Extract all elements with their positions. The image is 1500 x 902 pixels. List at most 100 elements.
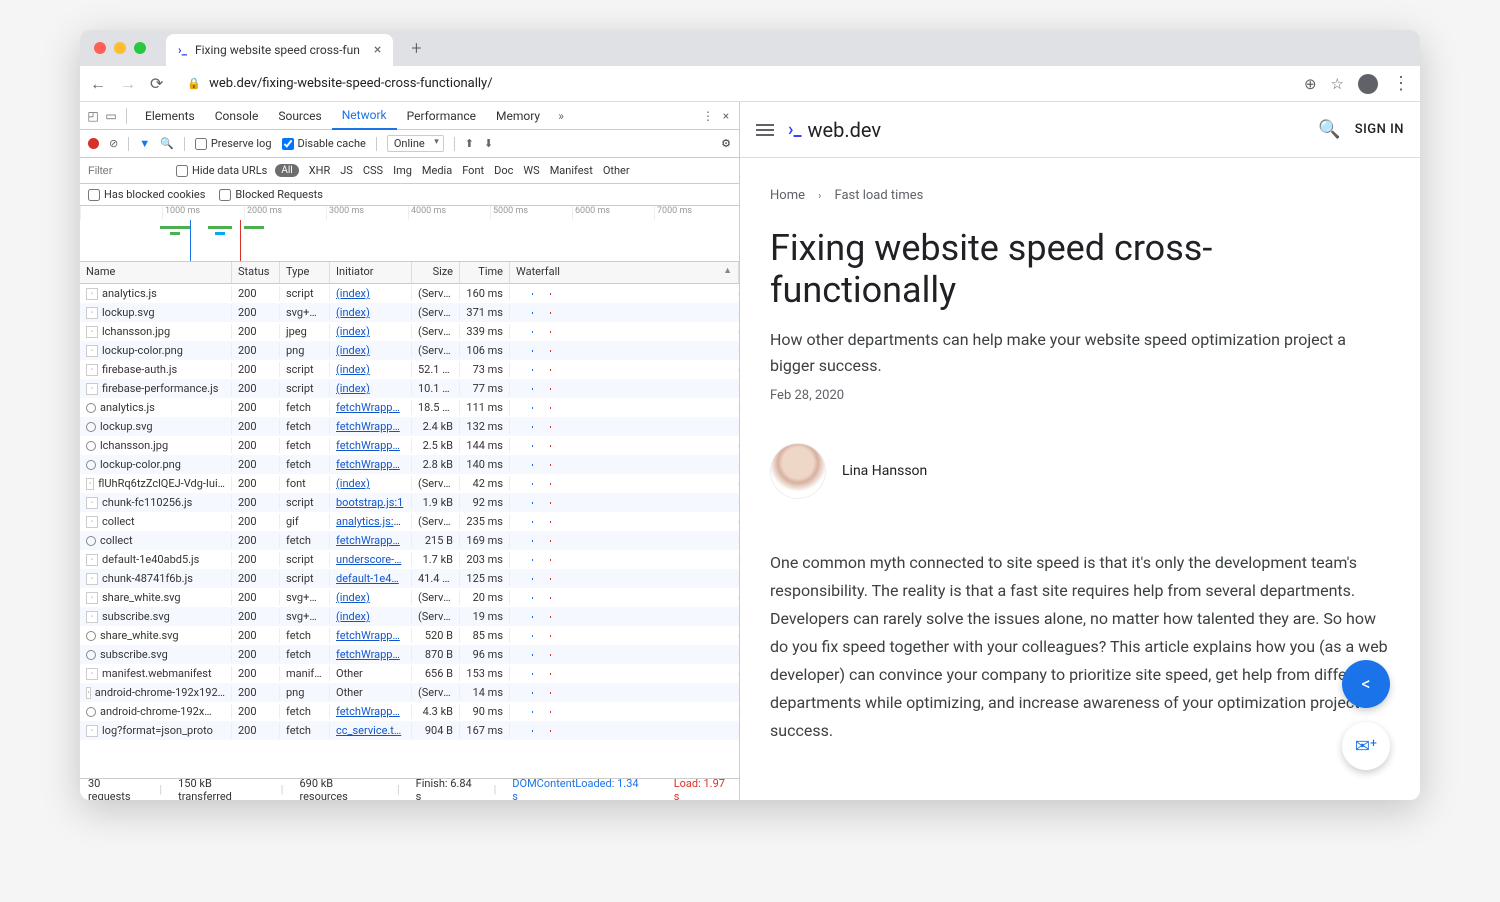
filter-type-ws[interactable]: WS — [523, 164, 539, 177]
filter-type-all[interactable]: All — [275, 164, 298, 177]
record-button[interactable] — [88, 138, 99, 149]
network-row[interactable]: ·firebase-auth.js200script(index)52.1 kB… — [80, 360, 739, 379]
filter-type-img[interactable]: Img — [393, 164, 412, 177]
col-name[interactable]: Name — [80, 262, 232, 283]
filter-type-doc[interactable]: Doc — [494, 164, 513, 177]
network-row[interactable]: ·subscribe.svg200svg+…(index)(Servi…19 m… — [80, 607, 739, 626]
network-row[interactable]: ·firebase-performance.js200script(index)… — [80, 379, 739, 398]
network-row[interactable]: lchansson.jpg200fetchfetchWrapp…2.5 kB14… — [80, 436, 739, 455]
col-initiator[interactable]: Initiator — [330, 262, 412, 283]
timeline-overview[interactable]: 1000 ms2000 ms3000 ms4000 ms5000 ms6000 … — [80, 206, 739, 262]
devtools-close-icon[interactable]: × — [719, 109, 733, 123]
clear-button[interactable]: ⊘ — [109, 137, 118, 150]
share-fab[interactable]: < — [1342, 660, 1390, 708]
devtools-tab-performance[interactable]: Performance — [397, 102, 486, 130]
network-row[interactable]: ·share_white.svg200svg+…(index)(Servi…20… — [80, 588, 739, 607]
subscribe-fab[interactable]: ✉⁺ — [1342, 722, 1390, 770]
network-row[interactable]: ·lockup.svg200svg+…(index)(Servi…371 ms — [80, 303, 739, 322]
address-bar[interactable]: 🔒 web.dev/fixing-website-speed-cross-fun… — [177, 76, 1290, 91]
network-row[interactable]: analytics.js200fetchfetchWrapp…18.5 kB11… — [80, 398, 739, 417]
new-tab-button[interactable]: + — [411, 38, 421, 59]
article: Home › Fast load times Fixing website sp… — [740, 158, 1420, 775]
search-icon[interactable]: 🔍 — [160, 137, 174, 150]
upload-har-icon[interactable]: ⬆ — [465, 137, 474, 150]
minimize-window-icon[interactable] — [114, 42, 126, 54]
network-row[interactable]: lockup-color.png200fetchfetchWrapp…2.8 k… — [80, 455, 739, 474]
filter-type-other[interactable]: Other — [603, 164, 630, 177]
maximize-window-icon[interactable] — [134, 42, 146, 54]
file-icon: · — [86, 364, 98, 376]
col-status[interactable]: Status — [232, 262, 280, 283]
filter-type-js[interactable]: JS — [340, 164, 353, 177]
filter-type-css[interactable]: CSS — [363, 164, 383, 177]
throttle-select[interactable]: Online — [387, 135, 444, 152]
device-icon[interactable]: ▭ — [104, 109, 118, 123]
filter-input[interactable] — [88, 165, 168, 177]
file-icon — [86, 460, 96, 470]
network-row[interactable]: share_white.svg200fetchfetchWrapp…520 B8… — [80, 626, 739, 645]
devtools-tab-memory[interactable]: Memory — [486, 102, 550, 130]
network-row[interactable]: lockup.svg200fetchfetchWrapp…2.4 kB132 m… — [80, 417, 739, 436]
menu-icon[interactable] — [1392, 73, 1410, 94]
bookmark-icon[interactable]: ☆ — [1331, 75, 1344, 93]
browser-toolbar: ← → ⟳ 🔒 web.dev/fixing-website-speed-cro… — [80, 66, 1420, 102]
install-icon[interactable]: ⊕ — [1304, 75, 1317, 93]
brand[interactable]: ›_ web.dev — [788, 118, 881, 142]
col-waterfall[interactable]: Waterfall ▲ — [510, 262, 739, 283]
close-window-icon[interactable] — [94, 42, 106, 54]
filter-type-media[interactable]: Media — [422, 164, 452, 177]
network-row[interactable]: ·default-1e40abd5.js200scriptunderscore-… — [80, 550, 739, 569]
filter-type-font[interactable]: Font — [462, 164, 484, 177]
file-icon: · — [86, 554, 98, 566]
blocked-requests-checkbox[interactable]: Blocked Requests — [219, 188, 323, 201]
more-tabs-icon[interactable]: » — [554, 109, 568, 123]
col-size[interactable]: Size — [412, 262, 460, 283]
network-row[interactable]: subscribe.svg200fetchfetchWrapp…870 B96 … — [80, 645, 739, 664]
network-row[interactable]: ·android-chrome-192x192…200pngOther(Serv… — [80, 683, 739, 702]
network-row[interactable]: ·collect200gifanalytics.js:36(Servi…235 … — [80, 512, 739, 531]
hide-data-urls-checkbox[interactable]: Hide data URLs — [176, 164, 267, 177]
hamburger-icon[interactable] — [756, 124, 774, 136]
breadcrumb-home[interactable]: Home — [770, 188, 805, 203]
network-row[interactable]: ·lockup-color.png200png(index)(Servi…106… — [80, 341, 739, 360]
devtools-tab-console[interactable]: Console — [205, 102, 269, 130]
network-row[interactable]: ·manifest.webmanifest200manif…Other656 B… — [80, 664, 739, 683]
back-button[interactable]: ← — [90, 74, 106, 94]
devtools-tab-elements[interactable]: Elements — [135, 102, 205, 130]
download-har-icon[interactable]: ⬇ — [484, 137, 493, 150]
file-icon: · — [86, 573, 98, 585]
settings-icon[interactable]: ⚙ — [721, 137, 731, 150]
signin-button[interactable]: SIGN IN — [1355, 122, 1404, 137]
network-row[interactable]: ·chunk-48741f6b.js200scriptdefault-1e4…4… — [80, 569, 739, 588]
devtools-tab-sources[interactable]: Sources — [268, 102, 331, 130]
tab-close-icon[interactable]: × — [374, 42, 381, 58]
finish-time: Finish: 6.84 s — [416, 777, 478, 801]
filter-icon[interactable]: ▼ — [139, 137, 150, 150]
inspect-icon[interactable]: ◰ — [86, 109, 100, 123]
profile-icon[interactable] — [1358, 74, 1378, 94]
toolbar-right: ⊕ ☆ — [1304, 73, 1410, 94]
disable-cache-checkbox[interactable]: Disable cache — [282, 137, 366, 150]
preserve-log-checkbox[interactable]: Preserve log — [195, 137, 272, 150]
network-row[interactable]: ·log?format=json_proto200fetchcc_service… — [80, 721, 739, 740]
network-row[interactable]: ·analytics.js200script(index)(Servi…160 … — [80, 284, 739, 303]
filter-type-manifest[interactable]: Manifest — [550, 164, 593, 177]
filter-type-xhr[interactable]: XHR — [309, 164, 331, 177]
devtools-tab-network[interactable]: Network — [332, 102, 397, 130]
breadcrumb-section[interactable]: Fast load times — [834, 188, 923, 203]
network-row[interactable]: ·chunk-fc110256.js200scriptbootstrap.js:… — [80, 493, 739, 512]
network-row[interactable]: android-chrome-192x…200fetchfetchWrapp…4… — [80, 702, 739, 721]
devtools-menu-icon[interactable]: ⋮ — [701, 109, 715, 123]
network-row[interactable]: collect200fetchfetchWrapp…215 B169 ms — [80, 531, 739, 550]
forward-button[interactable]: → — [120, 74, 136, 94]
network-row[interactable]: ·flUhRq6tzZclQEJ-Vdg-Iui…200font(index)(… — [80, 474, 739, 493]
col-type[interactable]: Type — [280, 262, 330, 283]
search-icon[interactable]: 🔍 — [1318, 119, 1340, 140]
has-blocked-cookies-checkbox[interactable]: Has blocked cookies — [88, 188, 205, 201]
network-row[interactable]: ·lchansson.jpg200jpeg(index)(Servi…339 m… — [80, 322, 739, 341]
browser-tab[interactable]: ›_ Fixing website speed cross-fun × — [166, 34, 393, 66]
author-name[interactable]: Lina Hansson — [842, 463, 927, 479]
reload-button[interactable]: ⟳ — [150, 74, 163, 93]
author-avatar[interactable] — [770, 443, 826, 499]
col-time[interactable]: Time — [460, 262, 510, 283]
